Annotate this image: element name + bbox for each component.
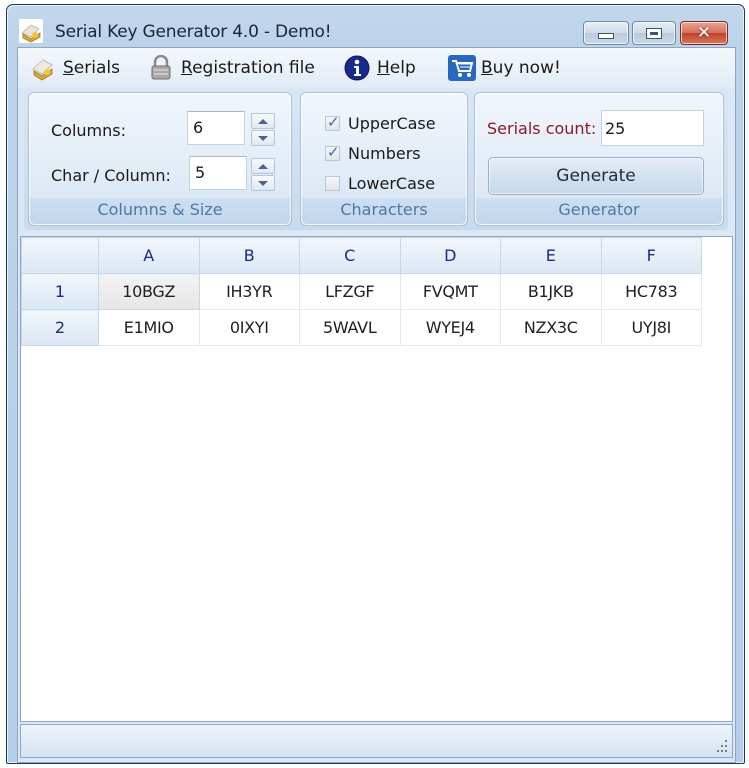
lock-icon <box>148 54 174 81</box>
info-icon <box>344 55 370 81</box>
numbers-label: Numbers <box>348 143 421 163</box>
grid-cell[interactable]: 0IXYI <box>198 309 300 346</box>
column-header[interactable]: D <box>399 237 501 274</box>
grid-cell[interactable]: HC783 <box>600 273 702 310</box>
grid-cell[interactable]: 5WAVL <box>299 309 401 346</box>
close-icon: ✕ <box>696 22 712 43</box>
numbers-checkbox[interactable]: Numbers <box>325 143 421 163</box>
grid-cell[interactable]: UYJ8I <box>600 309 702 346</box>
generate-button[interactable]: Generate <box>488 157 704 195</box>
group-title-characters: Characters <box>302 198 466 224</box>
column-header[interactable]: A <box>98 237 200 274</box>
menu-help[interactable]: Help <box>344 54 416 82</box>
app-icon <box>19 19 43 43</box>
arrow-up-icon <box>258 163 268 169</box>
columns-decrement-button[interactable] <box>251 130 275 146</box>
menu-serials-label: Serials <box>63 58 120 78</box>
close-button[interactable]: ✕ <box>680 21 728 45</box>
title-bar[interactable]: Serial Key Generator 4.0 - Demo! ✕ <box>7 5 744 45</box>
columns-input[interactable]: 6 <box>187 111 245 145</box>
header-row: A B C D E F <box>21 237 702 274</box>
minimize-button[interactable] <box>583 21 629 45</box>
lowercase-checkbox[interactable]: LowerCase <box>325 173 435 193</box>
group-title-generator: Generator <box>476 198 722 224</box>
ribbon: Columns: 6 Char / Column: 5 Columns & Si… <box>24 90 728 230</box>
group-title-columns-size: Columns & Size <box>30 198 290 224</box>
grid-cell[interactable]: 10BGZ <box>98 273 200 310</box>
serials-icon <box>30 55 56 81</box>
chars-increment-button[interactable] <box>251 158 275 174</box>
shopping-cart-icon <box>448 55 476 81</box>
app-window: Serial Key Generator 4.0 - Demo! ✕ Seria… <box>6 4 745 764</box>
grid-cell[interactable]: B1JKB <box>500 273 602 310</box>
menu-buy-now[interactable]: Buy now! <box>448 54 561 82</box>
row-header[interactable]: 1 <box>21 273 99 310</box>
uppercase-checkbox[interactable]: UpperCase <box>325 113 436 133</box>
lowercase-label: LowerCase <box>348 173 436 193</box>
grid-cell[interactable]: NZX3C <box>500 309 602 346</box>
grid-cell[interactable]: LFZGF <box>299 273 401 310</box>
columns-spinner <box>251 113 275 146</box>
menu-registration-file[interactable]: Registration file <box>148 54 315 82</box>
serials-grid[interactable]: A B C D E F 1 10BGZ IH3YR LFZGF FVQMT B1… <box>20 236 733 722</box>
columns-increment-button[interactable] <box>251 113 275 129</box>
corner-header[interactable] <box>21 237 99 274</box>
table-row: 1 10BGZ IH3YR LFZGF FVQMT B1JKB HC783 <box>21 273 702 310</box>
grid-cell[interactable]: WYEJ4 <box>399 309 501 346</box>
group-columns-size: Columns: 6 Char / Column: 5 Columns & Si… <box>28 92 292 226</box>
columns-label: Columns: <box>51 121 126 140</box>
checkbox-checked-icon[interactable] <box>325 113 340 131</box>
window-title: Serial Key Generator 4.0 - Demo! <box>55 22 332 42</box>
column-header[interactable]: B <box>198 237 300 274</box>
chars-per-column-label: Char / Column: <box>51 166 171 185</box>
grid-cell[interactable]: IH3YR <box>198 273 300 310</box>
column-header[interactable]: C <box>299 237 401 274</box>
grid-cell[interactable]: FVQMT <box>399 273 501 310</box>
minimize-icon <box>598 32 614 39</box>
maximize-button[interactable] <box>632 21 676 45</box>
status-bar <box>20 724 733 758</box>
arrow-down-icon <box>258 180 268 186</box>
checkbox-checked-icon[interactable] <box>325 143 340 161</box>
column-header[interactable]: E <box>500 237 602 274</box>
row-header[interactable]: 2 <box>21 309 99 346</box>
menu-registration-label: Registration file <box>181 58 315 78</box>
checkbox-unchecked-icon[interactable] <box>325 175 340 191</box>
chars-spinner <box>251 158 275 191</box>
menu-serials[interactable]: Serials <box>30 54 120 82</box>
group-generator: Serials count: 25 Generate Generator <box>474 92 724 226</box>
serials-count-input[interactable]: 25 <box>601 110 704 146</box>
table-row: 2 E1MIO 0IXYI 5WAVL WYEJ4 NZX3C UYJ8I <box>21 309 702 346</box>
uppercase-label: UpperCase <box>348 113 436 133</box>
grid-cell[interactable]: E1MIO <box>98 309 200 346</box>
menu-buy-label: Buy now! <box>481 58 561 78</box>
client-area: Serials Registration file Help Buy now! … <box>17 47 736 763</box>
serials-count-label: Serials count: <box>487 119 597 138</box>
menu-help-label: Help <box>377 58 416 78</box>
serials-table: A B C D E F 1 10BGZ IH3YR LFZGF FVQMT B1… <box>21 237 702 346</box>
resize-grip-icon[interactable] <box>714 739 728 753</box>
chars-per-column-input[interactable]: 5 <box>189 156 247 190</box>
arrow-down-icon <box>258 135 268 141</box>
group-characters: UpperCase Numbers LowerCase Characters <box>300 92 468 226</box>
menu-bar: Serials Registration file Help Buy now! <box>18 48 735 88</box>
arrow-up-icon <box>258 118 268 124</box>
maximize-icon <box>646 27 662 39</box>
chars-decrement-button[interactable] <box>251 175 275 191</box>
column-header[interactable]: F <box>600 237 702 274</box>
